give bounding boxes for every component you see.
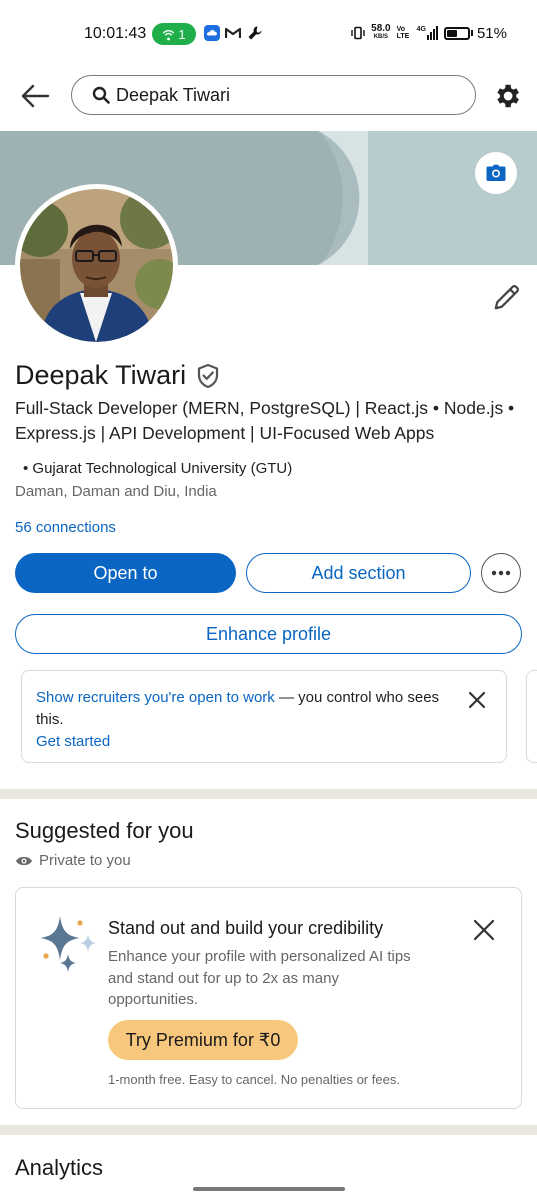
premium-card-title: Stand out and build your credibility [108, 918, 384, 938]
private-indicator: Private to you [15, 852, 131, 869]
enhance-profile-button[interactable]: Enhance profile [15, 614, 522, 654]
search-input[interactable]: Deepak Tiwari [71, 75, 476, 115]
net-speed-unit: KB/S [373, 34, 389, 40]
battery-percent: 51% [476, 24, 507, 42]
suggested-title: Suggested for you [15, 818, 194, 843]
more-horizontal-icon [491, 570, 511, 576]
private-label: Private to you [39, 852, 131, 869]
back-button[interactable] [18, 80, 52, 112]
search-icon [92, 86, 110, 104]
verified-shield-icon[interactable] [196, 363, 220, 389]
wrench-icon [248, 26, 262, 40]
close-icon[interactable] [466, 689, 488, 711]
hotspot-count: 1 [178, 26, 186, 42]
more-button[interactable] [481, 553, 521, 593]
profile-name: Deepak Tiwari [15, 360, 187, 390]
profile-page: 10:01:43 1 58.0 KB/S Vo LTE 4G 51% Deepa… [0, 0, 537, 1200]
get-started-link[interactable]: Get started [36, 733, 110, 750]
search-query: Deepak Tiwari [116, 84, 231, 105]
net-speed: 58.0 KB/S [371, 24, 390, 42]
status-right-group: 58.0 KB/S Vo LTE 4G 51% [351, 24, 507, 42]
network-type: 4G [416, 26, 426, 33]
gmail-icon [225, 27, 241, 38]
arrow-left-icon [21, 84, 50, 108]
vibrate-icon [351, 26, 365, 40]
edit-banner-button[interactable] [475, 152, 517, 194]
open-to-work-link[interactable]: Show recruiters you're open to work [36, 689, 275, 706]
try-premium-button[interactable]: Try Premium for ₹0 [108, 1020, 298, 1060]
open-to-work-text: Show recruiters you're open to work — yo… [36, 687, 456, 731]
top-bar: Deepak Tiwari [0, 66, 537, 130]
hotspot-icon [163, 29, 175, 40]
premium-note: 1-month free. Easy to cancel. No penalti… [108, 1072, 400, 1087]
net-speed-value: 58.0 [371, 23, 391, 34]
close-icon[interactable] [472, 918, 496, 942]
cloud-app-icon [204, 25, 220, 41]
section-divider [0, 789, 537, 799]
camera-icon [486, 164, 506, 181]
sparkle-icon [40, 916, 96, 972]
premium-card: Stand out and build your credibility Enh… [15, 887, 522, 1109]
profile-photo [20, 189, 173, 342]
premium-card-body: Enhance your profile with personalized A… [108, 948, 411, 1008]
profile-headline: Full-Stack Developer (MERN, PostgreSQL) … [15, 398, 515, 443]
volte-label: Vo LTE [396, 26, 410, 40]
hotspot-indicator: 1 [152, 23, 196, 45]
open-to-work-card: Show recruiters you're open to work — yo… [21, 670, 507, 763]
status-bar: 10:01:43 1 58.0 KB/S Vo LTE 4G 51% [0, 0, 537, 66]
signal-icon: 4G [417, 26, 438, 40]
name-row: Deepak Tiwari [15, 360, 220, 391]
pencil-icon[interactable] [492, 282, 522, 312]
section-divider [0, 1125, 537, 1135]
battery-icon [443, 26, 470, 40]
avatar[interactable] [15, 184, 178, 347]
location-line: Daman, Daman and Diu, India [15, 483, 217, 500]
battery-indicator: 51% [443, 24, 507, 42]
home-indicator[interactable] [193, 1187, 345, 1191]
education-line[interactable]: • Gujarat Technological University (GTU) [23, 460, 292, 477]
status-time: 10:01:43 [84, 25, 147, 42]
add-section-button[interactable]: Add section [246, 553, 471, 593]
gear-icon[interactable] [492, 81, 522, 111]
connections-link[interactable]: 56 connections [15, 519, 116, 536]
next-card-peek[interactable] [526, 670, 537, 763]
analytics-title: Analytics [15, 1155, 104, 1180]
open-to-button[interactable]: Open to [15, 553, 236, 593]
eye-icon [16, 856, 32, 865]
